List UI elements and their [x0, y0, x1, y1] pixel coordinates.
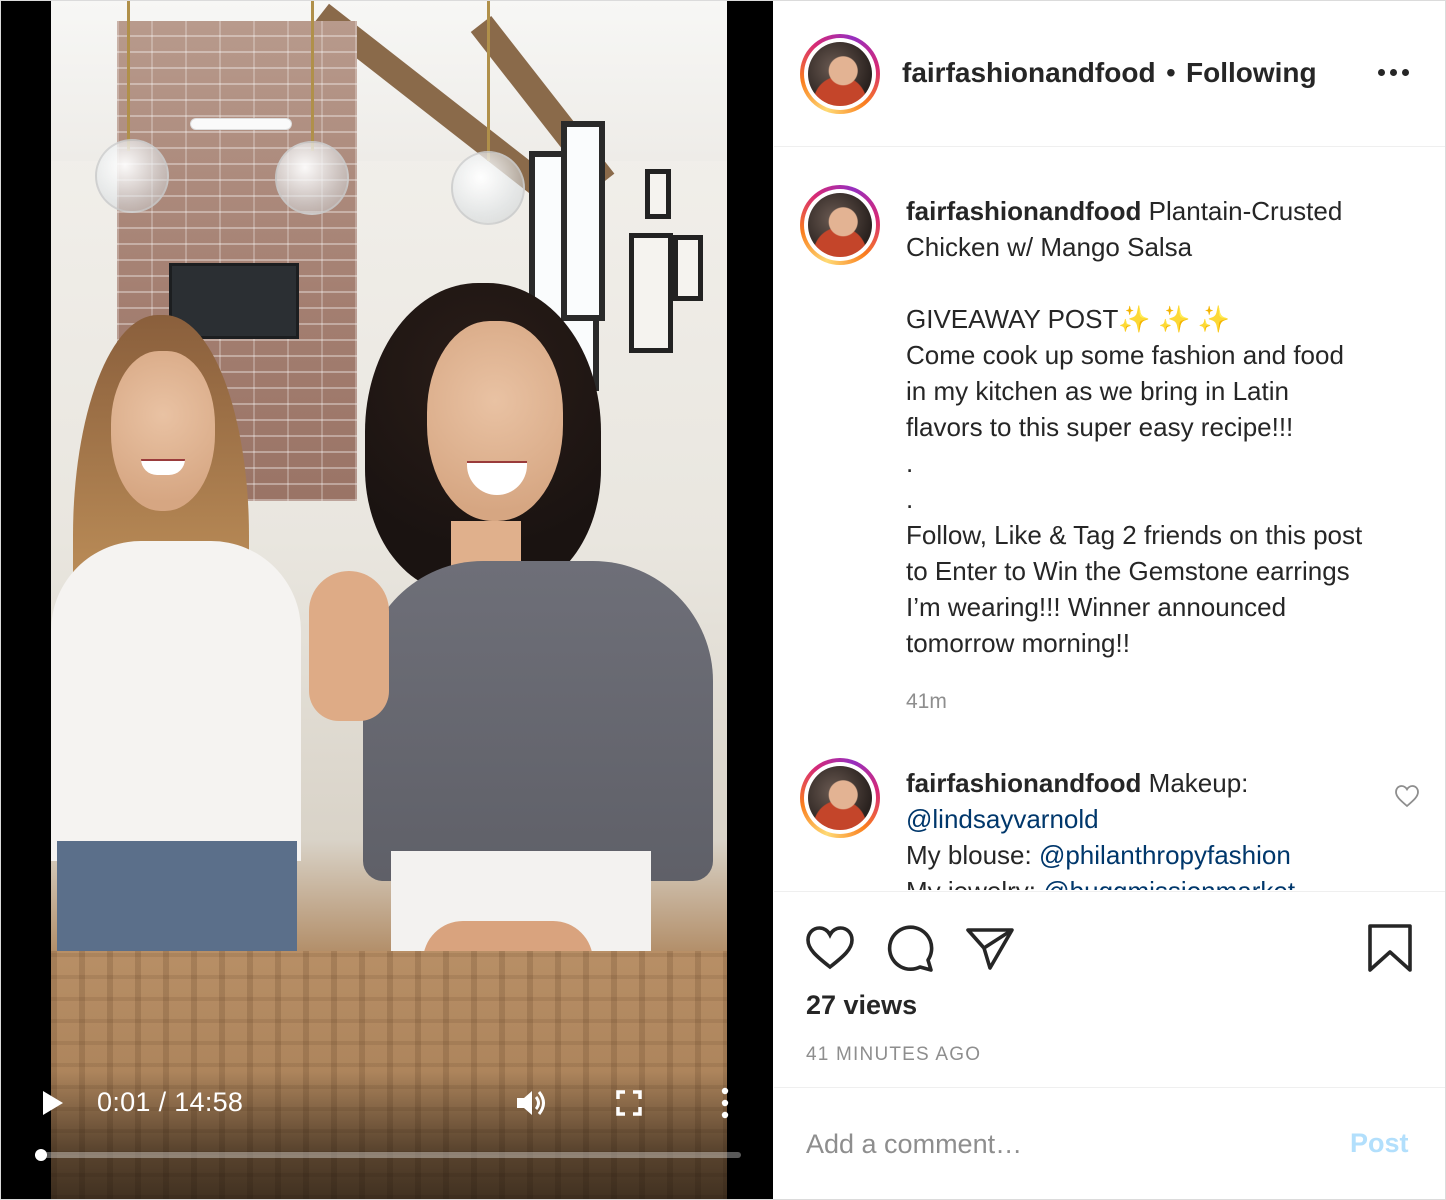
person-right-blouse — [363, 561, 713, 881]
post-actions: 27 views 41 MINUTES AGO — [774, 891, 1445, 1087]
caption-line: tomorrow morning!! — [906, 628, 1130, 658]
caption-text: fairfashionandfood Plantain-Crusted Chic… — [906, 193, 1426, 661]
post-modal: 0:01 / 14:58 fairfashionandfood • Follow… — [0, 0, 1446, 1200]
video-progress-knob[interactable] — [35, 1149, 47, 1161]
video-time-separator: / — [158, 1087, 167, 1117]
caption-line: I’m wearing!!! Winner announced — [906, 592, 1287, 622]
person-left-face — [111, 351, 215, 511]
caption-username[interactable]: fairfashionandfood — [906, 196, 1141, 226]
scene-pendant-globe — [275, 141, 349, 215]
volume-icon[interactable] — [515, 1087, 549, 1119]
comment-line: @lindsayvarnold — [906, 801, 1426, 837]
post-details: fairfashionandfood • Following fairfashi… — [774, 1, 1445, 1199]
scene-window — [561, 121, 605, 321]
caption-line: Follow, Like & Tag 2 friends on this pos… — [906, 520, 1363, 550]
post-time-ago[interactable]: 41 MINUTES AGO — [806, 1044, 981, 1066]
caption-avatar[interactable] — [800, 185, 880, 265]
header-separator: • — [1166, 57, 1176, 88]
video-current-time: 0:01 — [97, 1087, 151, 1117]
caption-line: fairfashionandfood Plantain-Crusted — [906, 193, 1426, 229]
heart-icon[interactable] — [804, 922, 856, 974]
scene-ceiling-fan — [191, 119, 291, 129]
caption-line: . — [906, 448, 914, 478]
avatar-photo — [808, 766, 872, 830]
comment-line: fairfashionandfood Makeup: — [906, 765, 1426, 801]
avatar-photo — [808, 42, 872, 106]
video-frame — [51, 1, 727, 1199]
comment-line: My blouse: @philanthropyfashion — [906, 837, 1426, 873]
person-right-hand — [309, 571, 389, 721]
mention-link[interactable]: @philanthropyfashion — [1039, 840, 1291, 870]
scene-lamp-cord — [311, 1, 314, 151]
scene-lamp-cord — [127, 1, 130, 151]
caption-line-text: Plantain-Crusted — [1141, 196, 1343, 226]
comment-label: My jewelry: — [906, 876, 1043, 890]
share-icon[interactable] — [964, 922, 1016, 974]
caption-line: to Enter to Win the Gemstone earrings — [906, 556, 1350, 586]
caption-timestamp[interactable]: 41m — [906, 690, 947, 714]
comment-line: My jewelry: @buggmissionmarket — [906, 873, 1426, 890]
comment-label: My blouse: — [906, 840, 1039, 870]
comment-intro: Makeup: — [1141, 768, 1249, 798]
post-header: fairfashionandfood • Following — [774, 1, 1445, 147]
video-time: 0:01 / 14:58 — [97, 1087, 243, 1118]
caption-line — [906, 265, 1426, 301]
comment-input[interactable] — [806, 1124, 1326, 1164]
scene-lamp-cord — [487, 1, 490, 161]
header-username[interactable]: fairfashionandfood — [902, 57, 1156, 89]
scene-wall-frame — [629, 233, 673, 353]
comment-form: Post — [774, 1087, 1445, 1199]
caption-line: GIVEAWAY POST✨ ✨ ✨ — [906, 304, 1230, 334]
following-button[interactable]: Following — [1186, 57, 1317, 89]
comment-text: fairfashionandfood Makeup: @lindsayvarno… — [906, 765, 1426, 890]
caption-line: Come cook up some fashion and food — [906, 340, 1344, 370]
caption-line: in my kitchen as we bring in Latin — [906, 376, 1289, 406]
avatar[interactable] — [800, 34, 880, 114]
play-icon[interactable] — [39, 1089, 67, 1117]
comment-avatar[interactable] — [800, 758, 880, 838]
more-vertical-icon[interactable] — [715, 1087, 735, 1119]
mention-link[interactable]: @buggmissionmarket — [1043, 876, 1295, 890]
caption-line: flavors to this super easy recipe!!! — [906, 412, 1294, 442]
mention-link[interactable]: @lindsayvarnold — [906, 804, 1099, 834]
caption-line: Chicken w/ Mango Salsa — [906, 232, 1193, 262]
scene-pendant-globe — [95, 139, 169, 213]
video-progress-bar[interactable] — [35, 1149, 741, 1161]
person-left-jeans — [57, 841, 297, 961]
caption-line: . — [906, 484, 914, 514]
scene-wall-frame — [645, 169, 671, 219]
comment-icon[interactable] — [884, 922, 936, 974]
person-left-shirt — [51, 541, 301, 861]
more-horizontal-icon[interactable] — [1378, 69, 1410, 79]
comment-username[interactable]: fairfashionandfood — [906, 768, 1141, 798]
video-player[interactable]: 0:01 / 14:58 — [1, 1, 773, 1199]
post-button[interactable]: Post — [1350, 1128, 1409, 1159]
comments-scroll-area[interactable]: fairfashionandfood Plantain-Crusted Chic… — [774, 148, 1445, 890]
scene-wall-frame — [673, 235, 703, 301]
fullscreen-icon[interactable] — [615, 1089, 643, 1117]
views-count[interactable]: 27 views — [806, 990, 917, 1021]
video-duration: 14:58 — [174, 1087, 244, 1117]
scene-pendant-globe — [451, 151, 525, 225]
bookmark-icon[interactable] — [1364, 922, 1416, 974]
avatar-photo — [808, 193, 872, 257]
comment-like-icon[interactable] — [1394, 783, 1420, 809]
